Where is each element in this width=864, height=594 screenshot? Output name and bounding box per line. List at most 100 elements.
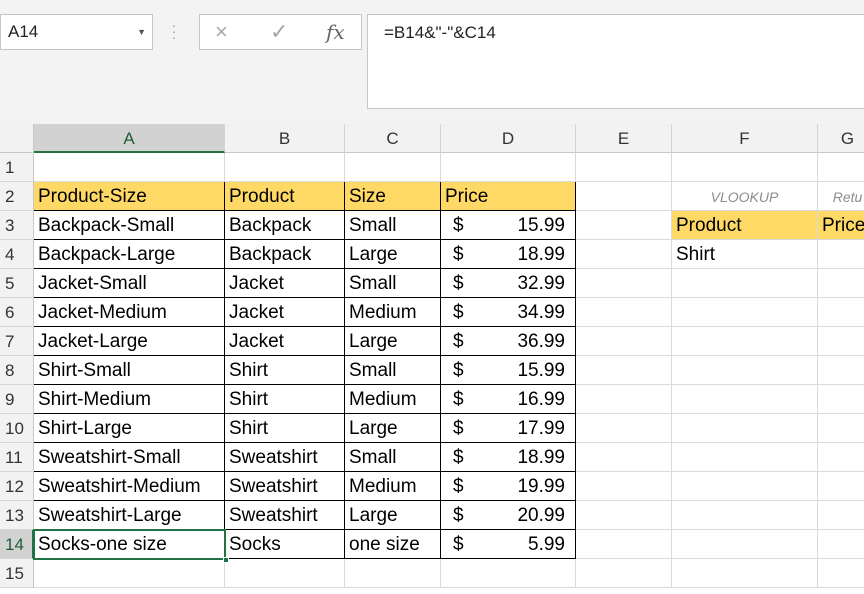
enter-check-icon[interactable]: ✓: [270, 19, 288, 45]
cell-e9[interactable]: [576, 385, 672, 414]
table-header-product-size[interactable]: Product-Size: [34, 182, 225, 211]
formula-input[interactable]: =B14&"-"&C14: [367, 14, 864, 109]
column-header-d[interactable]: D: [441, 124, 576, 153]
cell-g10[interactable]: [818, 414, 864, 443]
cell-product[interactable]: Shirt: [225, 356, 345, 385]
cell-f9[interactable]: [672, 385, 818, 414]
lookup-price-header[interactable]: Price: [818, 211, 864, 240]
insert-function-icon[interactable]: fx: [326, 20, 345, 44]
row-header-13[interactable]: 13: [0, 501, 34, 530]
lookup-product-header[interactable]: Product: [672, 211, 818, 240]
cell-a15[interactable]: [34, 559, 225, 588]
cell-g9[interactable]: [818, 385, 864, 414]
cell-g8[interactable]: [818, 356, 864, 385]
row-header-15[interactable]: 15: [0, 559, 34, 588]
cell-b1[interactable]: [225, 153, 345, 182]
cell-price[interactable]: $16.99: [441, 385, 576, 414]
cell-product[interactable]: Backpack: [225, 211, 345, 240]
cell-e2[interactable]: [576, 182, 672, 211]
cell-size[interactable]: Small: [345, 356, 441, 385]
cell-product[interactable]: Jacket: [225, 269, 345, 298]
cell-size[interactable]: one size: [345, 530, 441, 559]
cell-product-size[interactable]: Jacket-Small: [34, 269, 225, 298]
cell-size[interactable]: Large: [345, 327, 441, 356]
cell-e15[interactable]: [576, 559, 672, 588]
cell-g5[interactable]: [818, 269, 864, 298]
cell-product[interactable]: Shirt: [225, 385, 345, 414]
cell-f13[interactable]: [672, 501, 818, 530]
cell-e12[interactable]: [576, 472, 672, 501]
cell-f10[interactable]: [672, 414, 818, 443]
cell-product-size[interactable]: Jacket-Large: [34, 327, 225, 356]
cell-price[interactable]: $20.99: [441, 501, 576, 530]
table-header-price[interactable]: Price: [441, 182, 576, 211]
cell-product[interactable]: Sweatshirt: [225, 472, 345, 501]
cell-size[interactable]: Large: [345, 414, 441, 443]
cell-e5[interactable]: [576, 269, 672, 298]
table-header-product[interactable]: Product: [225, 182, 345, 211]
cell-price[interactable]: $19.99: [441, 472, 576, 501]
cell-f15[interactable]: [672, 559, 818, 588]
cell-e3[interactable]: [576, 211, 672, 240]
cell-product-size[interactable]: Backpack-Large: [34, 240, 225, 269]
cell-f12[interactable]: [672, 472, 818, 501]
select-all-corner[interactable]: [0, 124, 34, 153]
cell-e7[interactable]: [576, 327, 672, 356]
cell-e11[interactable]: [576, 443, 672, 472]
column-header-b[interactable]: B: [225, 124, 345, 153]
cell-c15[interactable]: [345, 559, 441, 588]
cell-g11[interactable]: [818, 443, 864, 472]
cell-a1[interactable]: [34, 153, 225, 182]
cell-product[interactable]: Socks: [225, 530, 345, 559]
name-box[interactable]: A14 ▼: [0, 14, 153, 50]
column-header-f[interactable]: F: [672, 124, 818, 153]
cell-f14[interactable]: [672, 530, 818, 559]
cell-product-size[interactable]: Socks-one size: [33, 529, 226, 560]
lookup-product-input[interactable]: Shirt: [672, 240, 818, 269]
cell-e4[interactable]: [576, 240, 672, 269]
cell-product-size[interactable]: Shirt-Large: [34, 414, 225, 443]
cell-price[interactable]: $18.99: [441, 443, 576, 472]
cell-price[interactable]: $17.99: [441, 414, 576, 443]
cell-g1[interactable]: [818, 153, 864, 182]
column-header-e[interactable]: E: [576, 124, 672, 153]
column-header-c[interactable]: C: [345, 124, 441, 153]
row-header-14[interactable]: 14: [0, 530, 34, 559]
cell-g15[interactable]: [818, 559, 864, 588]
cell-product-size[interactable]: Sweatshirt-Large: [34, 501, 225, 530]
vlookup-label[interactable]: VLOOKUP: [672, 182, 818, 211]
more-options-icon[interactable]: · · ·: [170, 18, 178, 44]
cell-d15[interactable]: [441, 559, 576, 588]
return-label[interactable]: Retu: [818, 182, 864, 211]
cell-e6[interactable]: [576, 298, 672, 327]
cell-product-size[interactable]: Shirt-Medium: [34, 385, 225, 414]
cancel-icon[interactable]: ×: [215, 19, 228, 45]
cell-f1[interactable]: [672, 153, 818, 182]
chevron-down-icon[interactable]: ▼: [137, 15, 146, 49]
row-header-10[interactable]: 10: [0, 414, 34, 443]
cell-g14[interactable]: [818, 530, 864, 559]
cell-price[interactable]: $5.99: [441, 530, 576, 559]
cell-size[interactable]: Large: [345, 240, 441, 269]
cell-product-size[interactable]: Sweatshirt-Medium: [34, 472, 225, 501]
cell-g7[interactable]: [818, 327, 864, 356]
column-header-g[interactable]: G: [818, 124, 864, 153]
cell-product[interactable]: Backpack: [225, 240, 345, 269]
cell-e13[interactable]: [576, 501, 672, 530]
cell-price[interactable]: $18.99: [441, 240, 576, 269]
cell-product-size[interactable]: Jacket-Medium: [34, 298, 225, 327]
cell-b15[interactable]: [225, 559, 345, 588]
cell-g6[interactable]: [818, 298, 864, 327]
table-header-size[interactable]: Size: [345, 182, 441, 211]
cell-product[interactable]: Jacket: [225, 327, 345, 356]
cell-g13[interactable]: [818, 501, 864, 530]
cell-product[interactable]: Jacket: [225, 298, 345, 327]
fill-handle[interactable]: [223, 557, 229, 563]
row-header-7[interactable]: 7: [0, 327, 34, 356]
cell-price[interactable]: $36.99: [441, 327, 576, 356]
lookup-price-result[interactable]: [818, 240, 864, 269]
cell-g12[interactable]: [818, 472, 864, 501]
row-header-9[interactable]: 9: [0, 385, 34, 414]
row-header-11[interactable]: 11: [0, 443, 34, 472]
cell-f6[interactable]: [672, 298, 818, 327]
